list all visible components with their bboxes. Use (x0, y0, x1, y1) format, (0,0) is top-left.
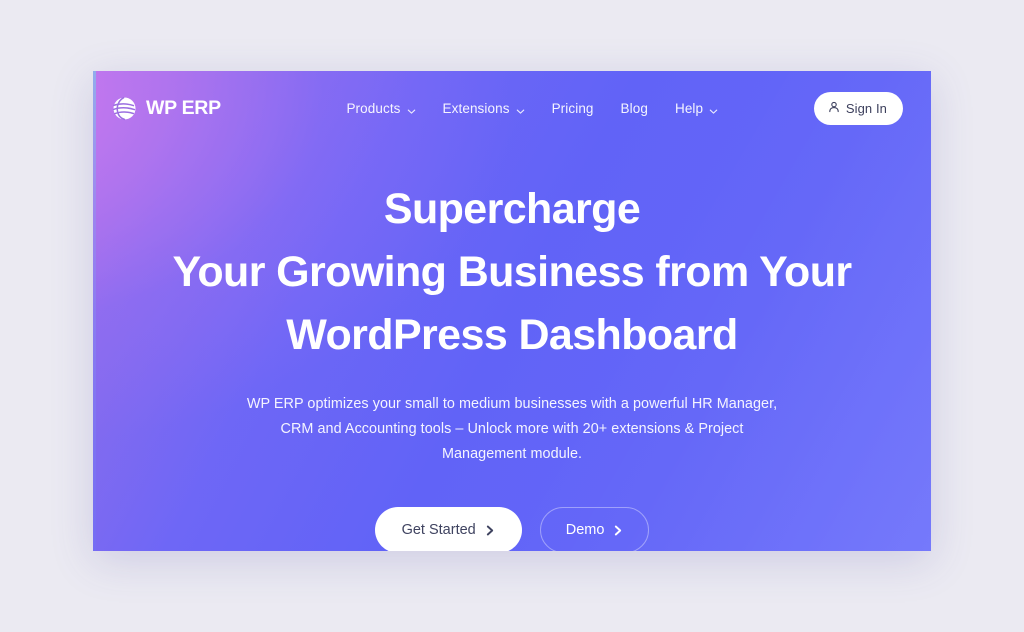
user-person-icon (828, 101, 840, 116)
site-header-nav: WP ERP Products Extensions Pricing Blog … (93, 82, 931, 134)
nav-label-help: Help (674, 100, 704, 116)
get-started-label: Get Started (401, 521, 476, 538)
brand-name: WP ERP (146, 96, 221, 119)
hero-subtitle: WP ERP optimizes your small to medium bu… (246, 396, 778, 462)
hero-section: WP ERP Products Extensions Pricing Blog … (93, 71, 931, 551)
card-left-edge (93, 71, 96, 551)
chevron-down-icon (709, 104, 718, 114)
demo-button[interactable]: Demo (539, 506, 650, 551)
nav-item-help[interactable]: Help (675, 101, 718, 116)
brand-logo[interactable]: WP ERP (112, 96, 221, 121)
nav-item-products[interactable]: Products (346, 101, 415, 116)
sign-in-button[interactable]: Sign In (813, 91, 903, 125)
nav-label-extensions: Extensions (442, 100, 510, 116)
page-root: WP ERP Products Extensions Pricing Blog … (0, 0, 1024, 632)
headline-line-2: Your Growing Business from Your (172, 247, 852, 296)
sign-in-label: Sign In (845, 100, 887, 116)
cta-button-group: Get Started Demo (153, 506, 871, 551)
nav-label-products: Products (346, 100, 401, 116)
get-started-button[interactable]: Get Started (374, 506, 522, 551)
page-title: Supercharge Your Growing Business from Y… (153, 178, 871, 366)
headline-line-1: Supercharge (383, 185, 641, 233)
chevron-down-icon (407, 104, 416, 114)
headline-line-3: WordPress Dashboard (286, 310, 738, 359)
demo-label: Demo (565, 521, 605, 538)
nav-label-blog: Blog (620, 100, 648, 116)
nav-item-pricing[interactable]: Pricing (552, 101, 594, 116)
hero-content: Supercharge Your Growing Business from Y… (93, 178, 931, 551)
primary-nav-menu: Products Extensions Pricing Blog Help (316, 101, 718, 116)
wperp-globe-swirl-icon (112, 96, 137, 121)
chevron-down-icon (516, 104, 525, 114)
chevron-right-icon (485, 524, 495, 536)
nav-item-extensions[interactable]: Extensions (443, 101, 525, 116)
nav-label-pricing: Pricing (551, 100, 594, 116)
chevron-right-icon (613, 524, 623, 536)
nav-item-blog[interactable]: Blog (621, 101, 648, 116)
